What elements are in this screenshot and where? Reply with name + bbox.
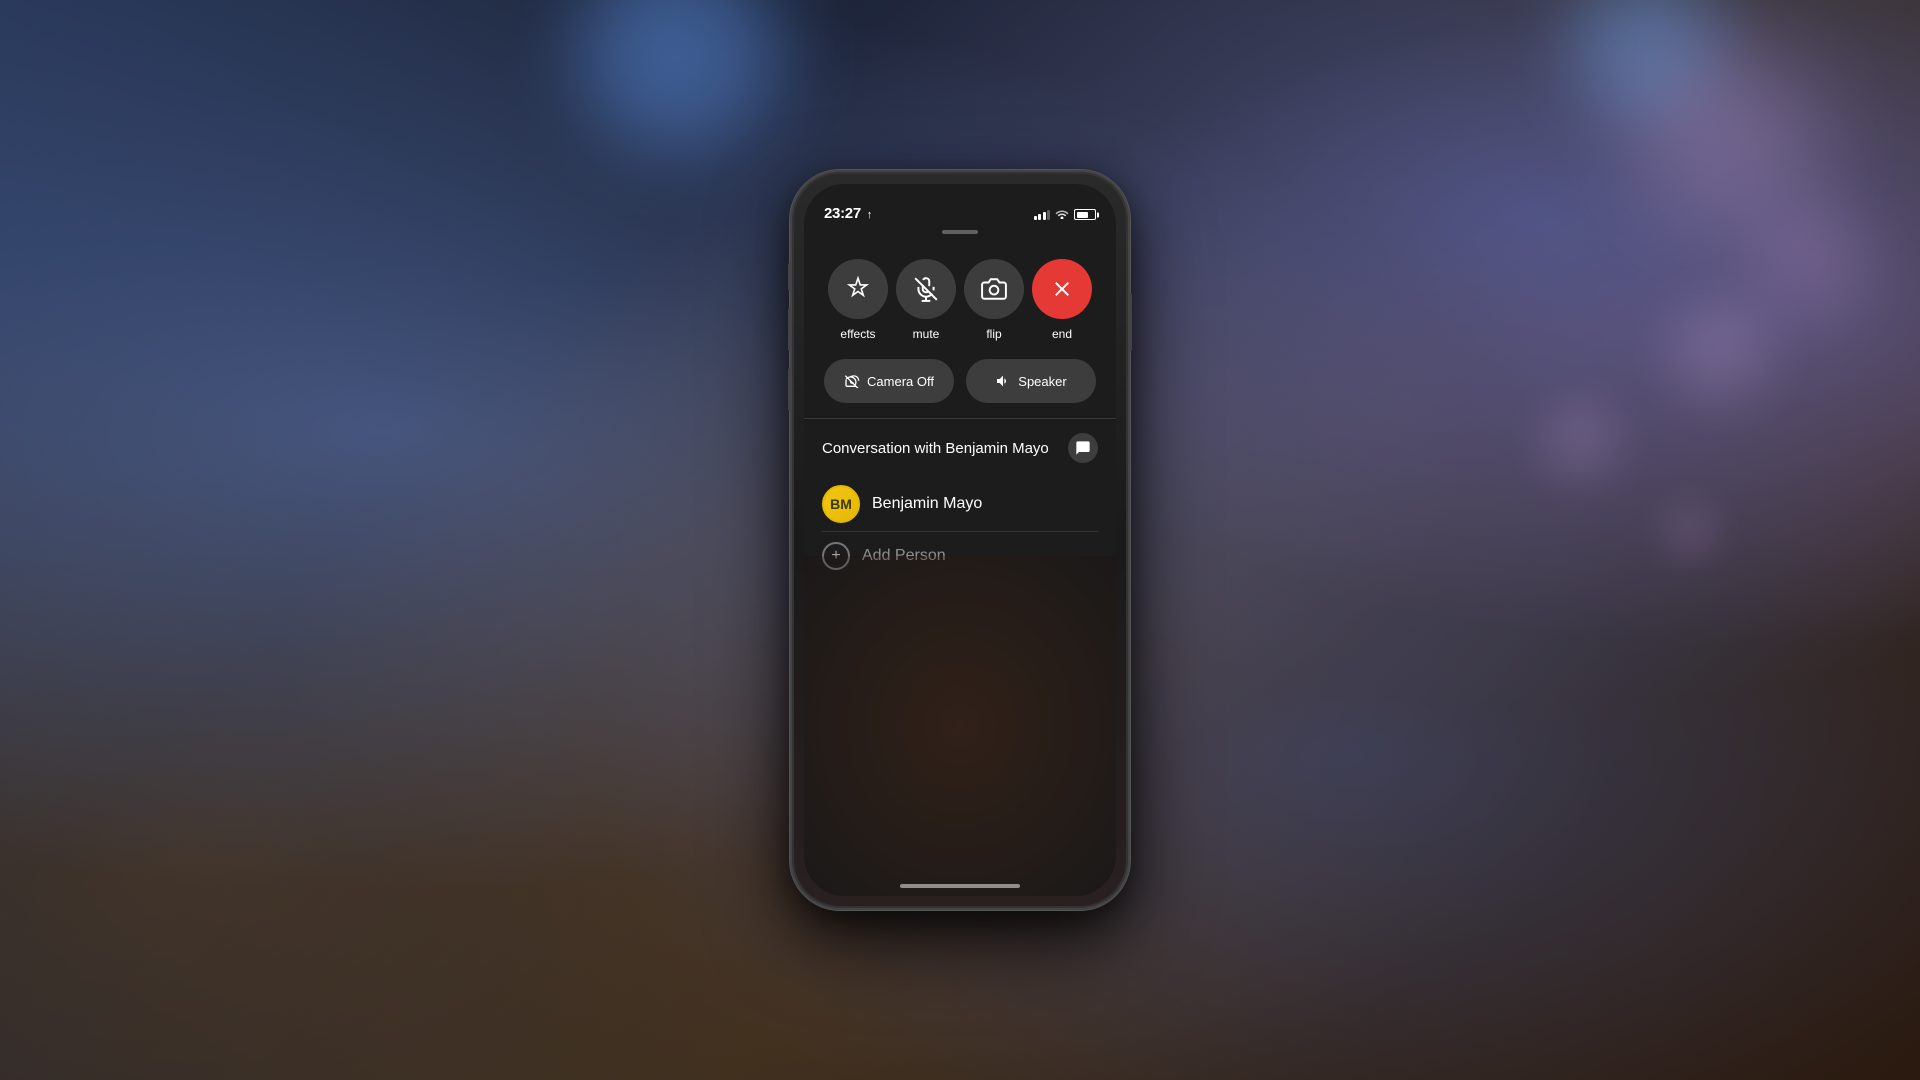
end-button-circle — [1032, 259, 1092, 319]
bokeh-circle-7 — [1660, 500, 1720, 560]
control-buttons-row: effects — [824, 259, 1096, 341]
phone-screen: 23:27 ↑ — [804, 184, 1116, 896]
signal-bar-4 — [1047, 210, 1050, 220]
home-indicator[interactable] — [900, 884, 1020, 888]
speaker-button[interactable]: Speaker — [966, 359, 1096, 403]
location-arrow-icon: ↑ — [867, 209, 872, 221]
scroll-indicator — [942, 230, 978, 234]
battery-fill — [1077, 212, 1089, 218]
secondary-buttons-row: Camera Off Speaker — [824, 359, 1096, 403]
contact-name: Benjamin Mayo — [872, 495, 982, 513]
bokeh-circle-4 — [1750, 200, 1870, 320]
mute-label: mute — [913, 327, 940, 341]
call-controls: effects — [804, 239, 1116, 418]
end-label: end — [1052, 327, 1072, 341]
speaker-label: Speaker — [1018, 374, 1066, 389]
effects-button-circle — [828, 259, 888, 319]
call-content: effects — [804, 239, 1116, 896]
status-time: 23:27 ↑ — [824, 205, 872, 222]
signal-bar-2 — [1038, 214, 1041, 220]
message-icon-button[interactable] — [1068, 433, 1098, 463]
end-button[interactable]: end — [1032, 259, 1092, 341]
conversation-title: Conversation with Benjamin Mayo — [822, 440, 1049, 457]
phone-frame: 23:27 ↑ — [790, 170, 1130, 910]
volume-up-button — [788, 307, 792, 352]
wifi-icon — [1055, 207, 1069, 222]
bokeh-circle-6 — [1540, 400, 1620, 480]
mute-switch — [788, 262, 792, 292]
mute-button-circle — [896, 259, 956, 319]
flip-button-circle — [964, 259, 1024, 319]
volume-down-button — [788, 367, 792, 412]
battery-icon — [1074, 209, 1096, 220]
flip-label: flip — [986, 327, 1001, 341]
status-icons — [1034, 207, 1097, 222]
screen-lower — [804, 556, 1116, 896]
effects-button[interactable]: effects — [828, 259, 888, 341]
contact-row: BM Benjamin Mayo — [822, 477, 1098, 532]
phone-wrapper: 23:27 ↑ — [790, 170, 1130, 910]
flip-button[interactable]: flip — [964, 259, 1024, 341]
signal-bar-3 — [1043, 212, 1046, 220]
mute-button[interactable]: mute — [896, 259, 956, 341]
signal-strength-icon — [1034, 210, 1051, 220]
signal-bar-1 — [1034, 216, 1037, 220]
bokeh-circle-5 — [1670, 300, 1770, 400]
contact-avatar: BM — [822, 485, 860, 523]
camera-off-label: Camera Off — [867, 374, 934, 389]
notch — [895, 184, 1025, 212]
power-button — [1128, 292, 1132, 352]
conversation-header: Conversation with Benjamin Mayo — [822, 433, 1098, 463]
camera-off-button[interactable]: Camera Off — [824, 359, 954, 403]
effects-label: effects — [840, 327, 875, 341]
contact-initials: BM — [830, 496, 852, 512]
